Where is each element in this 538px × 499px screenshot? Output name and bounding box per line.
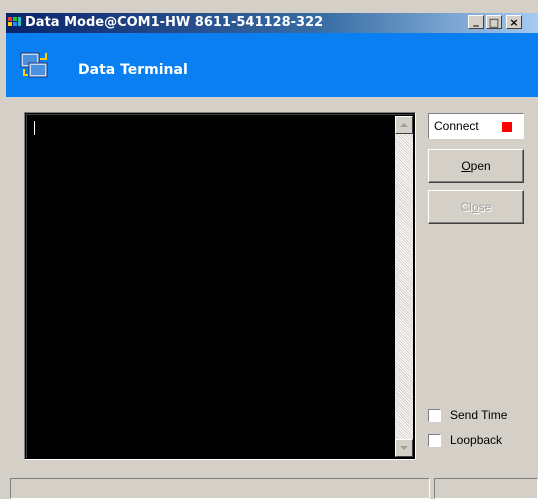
data-mode-window: Data Mode@COM1-HW 8611-541128-322 _ □ × …	[0, 0, 538, 499]
close-port-button[interactable]: Cl o se	[428, 190, 524, 224]
connect-label: Connect	[434, 119, 479, 133]
header-title: Data Terminal	[78, 62, 188, 78]
text-cursor	[34, 121, 35, 135]
window-title: Data Mode@COM1-HW 8611-541128-322	[25, 15, 324, 30]
open-button[interactable]: Open	[428, 149, 524, 183]
close-icon: ×	[509, 15, 519, 29]
minimize-button[interactable]: _	[468, 15, 484, 29]
arrow-up-icon	[400, 123, 408, 127]
header-banner: Data Terminal	[6, 33, 538, 97]
loopback-label: Loopback	[450, 433, 503, 447]
title-bar[interactable]: Data Mode@COM1-HW 8611-541128-322 _ □ ×	[6, 13, 538, 33]
open-label-mnemonic: O	[461, 159, 471, 173]
close-label-suffix: se	[478, 200, 492, 214]
terminal-output[interactable]	[24, 112, 416, 460]
status-pane-main	[10, 478, 430, 499]
vertical-scrollbar[interactable]	[395, 116, 413, 457]
loopback-checkbox[interactable]	[428, 433, 441, 447]
status-bar	[6, 476, 538, 499]
close-window-button[interactable]: ×	[506, 15, 522, 29]
close-label-mnemonic: o	[471, 200, 479, 214]
arrow-down-icon	[400, 446, 408, 450]
loopback-option[interactable]: Loopback	[428, 432, 502, 448]
close-label-prefix: Cl	[460, 200, 472, 214]
send-time-checkbox[interactable]	[428, 408, 441, 422]
open-label-suffix: pen	[470, 159, 491, 173]
maximize-icon: □	[488, 15, 500, 29]
terminal-frame	[26, 114, 414, 458]
minimize-icon: _	[473, 13, 479, 27]
maximize-button[interactable]: □	[486, 15, 502, 29]
send-time-label: Send Time	[450, 408, 508, 422]
app-grid-icon	[8, 17, 21, 26]
scroll-up-button[interactable]	[395, 116, 413, 134]
connect-status: Connect	[428, 113, 524, 139]
terminal-text[interactable]	[31, 119, 387, 449]
scroll-down-button[interactable]	[395, 439, 413, 457]
data-transfer-icon	[20, 52, 48, 78]
send-time-option[interactable]: Send Time	[428, 407, 507, 423]
connection-led-icon	[502, 122, 512, 132]
status-pane-secondary	[434, 478, 538, 499]
